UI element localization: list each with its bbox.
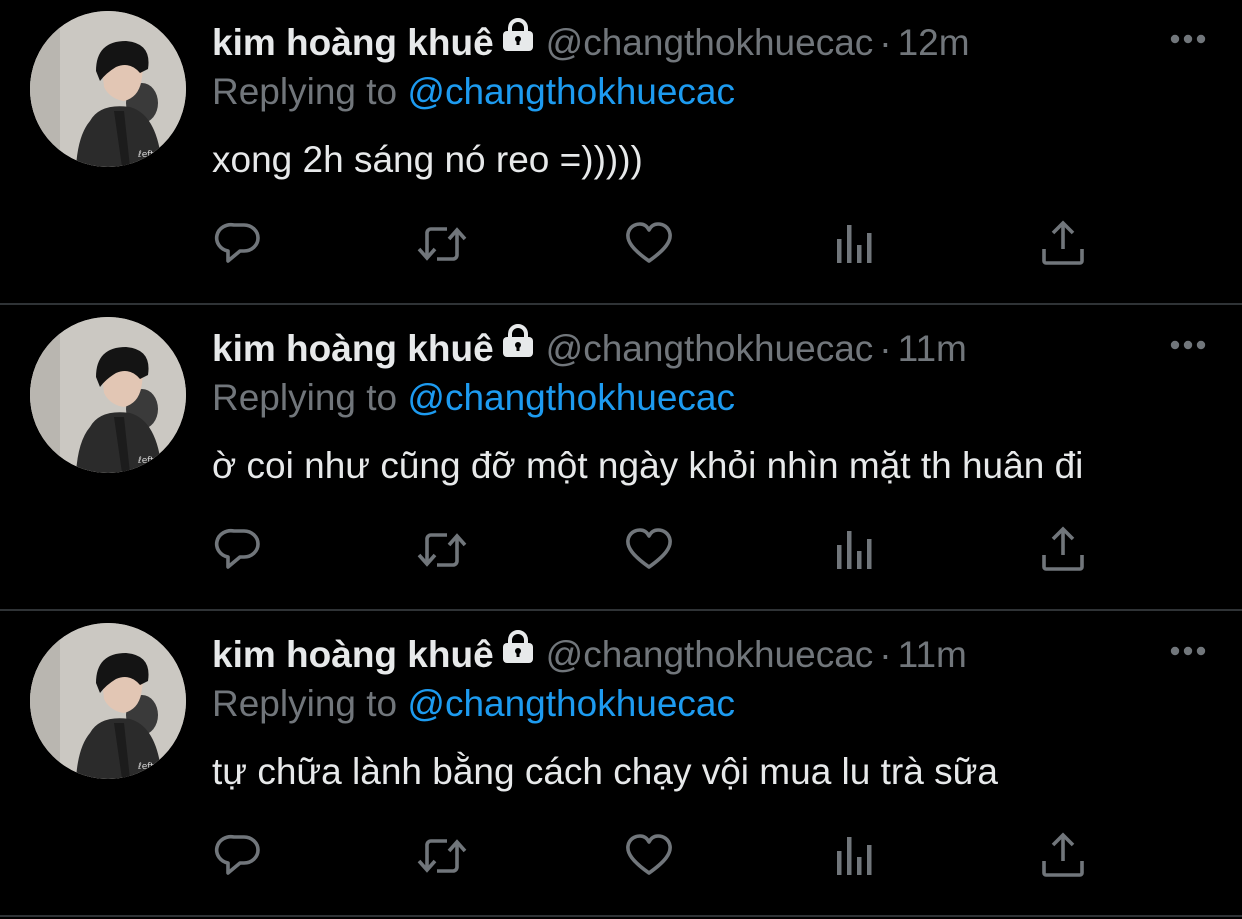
- like-icon[interactable]: [622, 829, 676, 883]
- svg-text:ℓeft: ℓeft: [137, 150, 154, 160]
- retweet-icon[interactable]: [415, 217, 469, 271]
- mention-link[interactable]: @changthokhuecac: [407, 377, 735, 418]
- avatar[interactable]: ℓeft: [30, 623, 186, 779]
- analytics-icon[interactable]: [829, 829, 883, 883]
- handle[interactable]: @changthokhuecac: [546, 634, 874, 675]
- action-bar: [212, 217, 1112, 271]
- timestamp[interactable]: 12m: [898, 22, 970, 63]
- replying-label: Replying to: [212, 683, 398, 724]
- lock-icon: [500, 627, 536, 677]
- share-icon[interactable]: [1036, 829, 1090, 883]
- analytics-icon[interactable]: [829, 523, 883, 577]
- reply-icon[interactable]: [212, 217, 266, 271]
- mention-link[interactable]: @changthokhuecac: [407, 71, 735, 112]
- action-bar: [212, 523, 1112, 577]
- replying-label: Replying to: [212, 71, 398, 112]
- display-name[interactable]: kim hoàng khuê: [212, 328, 494, 369]
- retweet-icon[interactable]: [415, 523, 469, 577]
- svg-text:ℓeft: ℓeft: [137, 456, 154, 466]
- analytics-icon[interactable]: [829, 217, 883, 271]
- tweet-2[interactable]: ℓeft kim hoàng khuê @changthokhuecac · 11m …: [0, 306, 1242, 611]
- tweet-header: kim hoàng khuê @changthokhuecac · 12m: [212, 18, 970, 68]
- tweet-text: tự chữa lành bằng cách chạy vội mua lu t…: [212, 751, 998, 792]
- tweet-text: xong 2h sáng nó reo =))))): [212, 139, 643, 180]
- timestamp[interactable]: 11m: [898, 634, 967, 675]
- replying-to: Replying to @changthokhuecac: [212, 374, 735, 422]
- share-icon[interactable]: [1036, 523, 1090, 577]
- tweet-header: kim hoàng khuê @changthokhuecac · 11m: [212, 324, 967, 374]
- tweet-1[interactable]: ℓeft kim hoàng khuê @changthokhuecac · 12m …: [0, 0, 1242, 305]
- tweet-text: ờ coi như cũng đỡ một ngày khỏi nhìn mặt…: [212, 445, 1084, 486]
- more-icon[interactable]: [1168, 636, 1212, 666]
- avatar[interactable]: ℓeft: [30, 11, 186, 167]
- display-name[interactable]: kim hoàng khuê: [212, 634, 494, 675]
- separator: ·: [879, 634, 892, 675]
- lock-icon: [500, 15, 536, 65]
- replying-label: Replying to: [212, 377, 398, 418]
- mention-link[interactable]: @changthokhuecac: [407, 683, 735, 724]
- separator: ·: [879, 22, 892, 63]
- tweet-header: kim hoàng khuê @changthokhuecac · 11m: [212, 630, 967, 680]
- reply-icon[interactable]: [212, 523, 266, 577]
- more-icon[interactable]: [1168, 330, 1212, 360]
- replying-to: Replying to @changthokhuecac: [212, 68, 735, 116]
- tweet-3[interactable]: ℓeft kim hoàng khuê @changthokhuecac · 11m …: [0, 612, 1242, 917]
- more-icon[interactable]: [1168, 24, 1212, 54]
- timestamp[interactable]: 11m: [898, 328, 967, 369]
- handle[interactable]: @changthokhuecac: [546, 328, 874, 369]
- svg-text:ℓeft: ℓeft: [137, 762, 154, 772]
- action-bar: [212, 829, 1112, 883]
- lock-icon: [500, 321, 536, 371]
- handle[interactable]: @changthokhuecac: [546, 22, 874, 63]
- share-icon[interactable]: [1036, 217, 1090, 271]
- reply-icon[interactable]: [212, 829, 266, 883]
- like-icon[interactable]: [622, 523, 676, 577]
- display-name[interactable]: kim hoàng khuê: [212, 22, 494, 63]
- retweet-icon[interactable]: [415, 829, 469, 883]
- like-icon[interactable]: [622, 217, 676, 271]
- replying-to: Replying to @changthokhuecac: [212, 680, 735, 728]
- separator: ·: [879, 328, 892, 369]
- avatar[interactable]: ℓeft: [30, 317, 186, 473]
